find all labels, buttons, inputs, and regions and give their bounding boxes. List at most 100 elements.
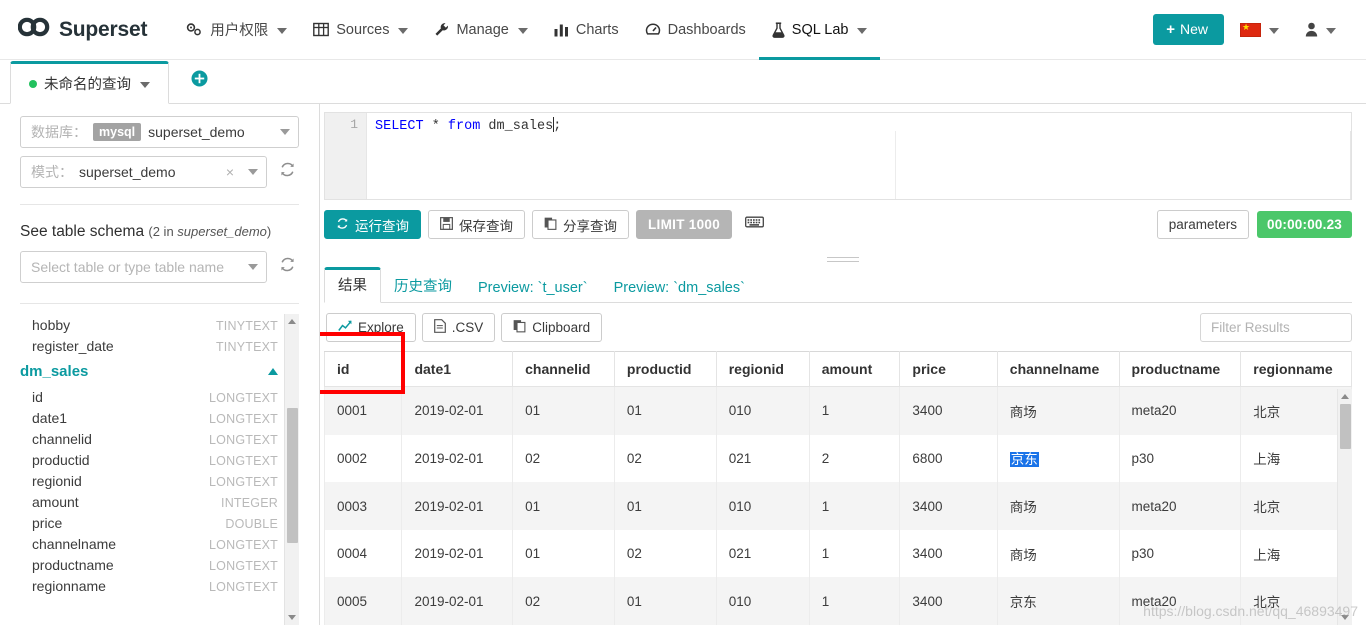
share-query-button[interactable]: 分享查询 — [532, 210, 629, 239]
parameters-button[interactable]: parameters — [1156, 210, 1249, 239]
table-cell[interactable]: 上海 — [1240, 434, 1352, 483]
table-cell[interactable]: 2019-02-01 — [401, 577, 514, 625]
results-column-header[interactable]: channelid — [512, 351, 615, 387]
table-cell[interactable]: 3400 — [899, 482, 998, 530]
database-selector[interactable]: 数据库： mysql superset_demo — [20, 116, 299, 148]
clipboard-button[interactable]: Clipboard — [501, 313, 603, 342]
superset-brand-logo[interactable]: Superset — [17, 17, 147, 42]
table-cell[interactable]: 商场 — [996, 529, 1120, 578]
table-cell[interactable]: 02 — [613, 434, 717, 483]
table-cell[interactable]: meta20 — [1118, 577, 1242, 625]
table-cell[interactable]: 北京 — [1240, 386, 1352, 435]
table-selector[interactable]: Select table or type table name — [20, 251, 267, 283]
scrollbar-track[interactable] — [285, 329, 300, 610]
scrollbar-thumb[interactable] — [286, 407, 298, 543]
results-column-header[interactable]: regionid — [715, 351, 810, 387]
results-tab[interactable]: 历史查询 — [381, 275, 465, 303]
query-tab-active[interactable]: 未命名的查询 — [10, 61, 169, 104]
table-cell[interactable]: 1 — [808, 577, 901, 625]
table-cell[interactable]: 01 — [613, 386, 717, 435]
table-row[interactable]: 0005 2019-02-01 02 01 010 1 3400 京东 meta20 北京 — [324, 577, 1352, 625]
nav-item-manage[interactable]: Manage — [421, 0, 540, 60]
language-selector[interactable] — [1230, 10, 1289, 50]
sidebar-scrollbar[interactable] — [284, 314, 299, 625]
results-column-header[interactable]: channelname — [996, 351, 1120, 387]
table-cell[interactable]: 01 — [512, 529, 615, 578]
table-cell[interactable]: 021 — [715, 434, 810, 483]
schema-selector[interactable]: 模式： superset_demo × — [20, 156, 267, 188]
table-cell[interactable]: 010 — [715, 482, 810, 530]
table-cell[interactable]: 北京 — [1240, 482, 1352, 530]
nav-item-charts[interactable]: Charts — [541, 0, 632, 60]
table-cell[interactable]: 01 — [613, 482, 717, 530]
schema-column-row[interactable]: id LONGTEXT — [20, 386, 278, 407]
results-tab[interactable]: Preview: `dm_sales` — [601, 280, 758, 303]
schema-column-row[interactable]: channelname LONGTEXT — [20, 533, 278, 554]
scroll-down-arrow[interactable] — [1337, 610, 1352, 625]
filter-results-input[interactable] — [1200, 313, 1352, 342]
results-column-header[interactable]: price — [899, 351, 998, 387]
results-scrollbar[interactable] — [1337, 389, 1352, 625]
table-cell[interactable]: 2 — [808, 434, 901, 483]
table-cell[interactable]: 0001 — [324, 386, 403, 435]
refresh-schema-button[interactable] — [275, 156, 299, 188]
run-query-button[interactable]: 运行查询 — [324, 210, 421, 239]
table-cell[interactable]: 3400 — [899, 386, 998, 435]
schema-column-row[interactable]: regionid LONGTEXT — [20, 470, 278, 491]
table-cell[interactable]: 3400 — [899, 577, 998, 625]
results-column-header[interactable]: date1 — [401, 351, 514, 387]
schema-table-header-dm-sales[interactable]: dm_sales — [20, 356, 278, 386]
table-row[interactable]: 0002 2019-02-01 02 02 021 2 6800 京东 p30 上海 — [324, 434, 1352, 483]
table-cell[interactable]: 2019-02-01 — [401, 482, 514, 530]
nav-item-sources[interactable]: Sources — [300, 0, 421, 60]
table-cell[interactable]: 北京 — [1240, 577, 1352, 625]
results-column-header[interactable]: productid — [613, 351, 717, 387]
scroll-up-arrow[interactable] — [1337, 389, 1352, 404]
refresh-tables-button[interactable] — [275, 251, 299, 283]
limit-button[interactable]: LIMIT 1000 — [636, 210, 733, 239]
clear-icon[interactable]: × — [226, 164, 234, 180]
table-cell[interactable]: 02 — [512, 434, 615, 483]
results-column-header[interactable]: amount — [808, 351, 901, 387]
table-cell[interactable]: 上海 — [1240, 529, 1352, 578]
table-cell[interactable]: 3400 — [899, 529, 998, 578]
results-column-header[interactable]: id — [324, 351, 403, 387]
add-query-tab-button[interactable] — [191, 70, 208, 92]
table-cell[interactable]: 京东 — [996, 577, 1120, 625]
table-cell[interactable]: 010 — [715, 577, 810, 625]
table-cell[interactable]: 1 — [808, 386, 901, 435]
table-cell[interactable]: p30 — [1118, 529, 1242, 578]
scrollbar-track[interactable] — [1338, 404, 1353, 610]
table-cell[interactable]: 商场 — [996, 482, 1120, 530]
table-cell[interactable]: 2019-02-01 — [401, 434, 514, 483]
nav-item-dashboards[interactable]: Dashboards — [632, 0, 759, 60]
chevron-up-icon[interactable] — [268, 368, 278, 375]
table-row[interactable]: 0003 2019-02-01 01 01 010 1 3400 商场 meta20 北京 — [324, 482, 1352, 530]
explore-button[interactable]: Explore — [326, 313, 416, 342]
table-cell[interactable]: 0002 — [324, 434, 403, 483]
schema-column-row[interactable]: price DOUBLE — [20, 512, 278, 533]
schema-column-row[interactable]: amount INTEGER — [20, 491, 278, 512]
schema-column-row[interactable]: register_date TINYTEXT — [20, 335, 278, 356]
results-column-header[interactable]: productname — [1118, 351, 1242, 387]
nav-item-user-permissions[interactable]: 用户权限 — [173, 0, 300, 60]
table-cell[interactable]: 京东 — [996, 434, 1120, 483]
chevron-down-icon[interactable] — [140, 81, 150, 88]
results-column-header[interactable]: regionname — [1240, 351, 1352, 387]
table-row[interactable]: 0004 2019-02-01 01 02 021 1 3400 商场 p30 上海 — [324, 529, 1352, 578]
scroll-down-arrow[interactable] — [284, 610, 299, 625]
table-cell[interactable]: 021 — [715, 529, 810, 578]
results-tab[interactable]: 结果 — [324, 267, 381, 303]
table-cell[interactable]: 1 — [808, 529, 901, 578]
scrollbar-thumb[interactable] — [1339, 404, 1351, 450]
table-cell[interactable]: meta20 — [1118, 482, 1242, 530]
table-cell[interactable]: 0003 — [324, 482, 403, 530]
table-cell[interactable]: 0004 — [324, 529, 403, 578]
nav-item-sql-lab[interactable]: SQL Lab — [758, 0, 881, 60]
table-cell[interactable]: 6800 — [899, 434, 998, 483]
table-cell[interactable]: 1 — [808, 482, 901, 530]
save-query-button[interactable]: 保存查询 — [428, 210, 525, 239]
table-cell[interactable]: 02 — [512, 577, 615, 625]
schema-column-row[interactable]: productname LONGTEXT — [20, 554, 278, 575]
user-menu[interactable] — [1295, 10, 1346, 50]
